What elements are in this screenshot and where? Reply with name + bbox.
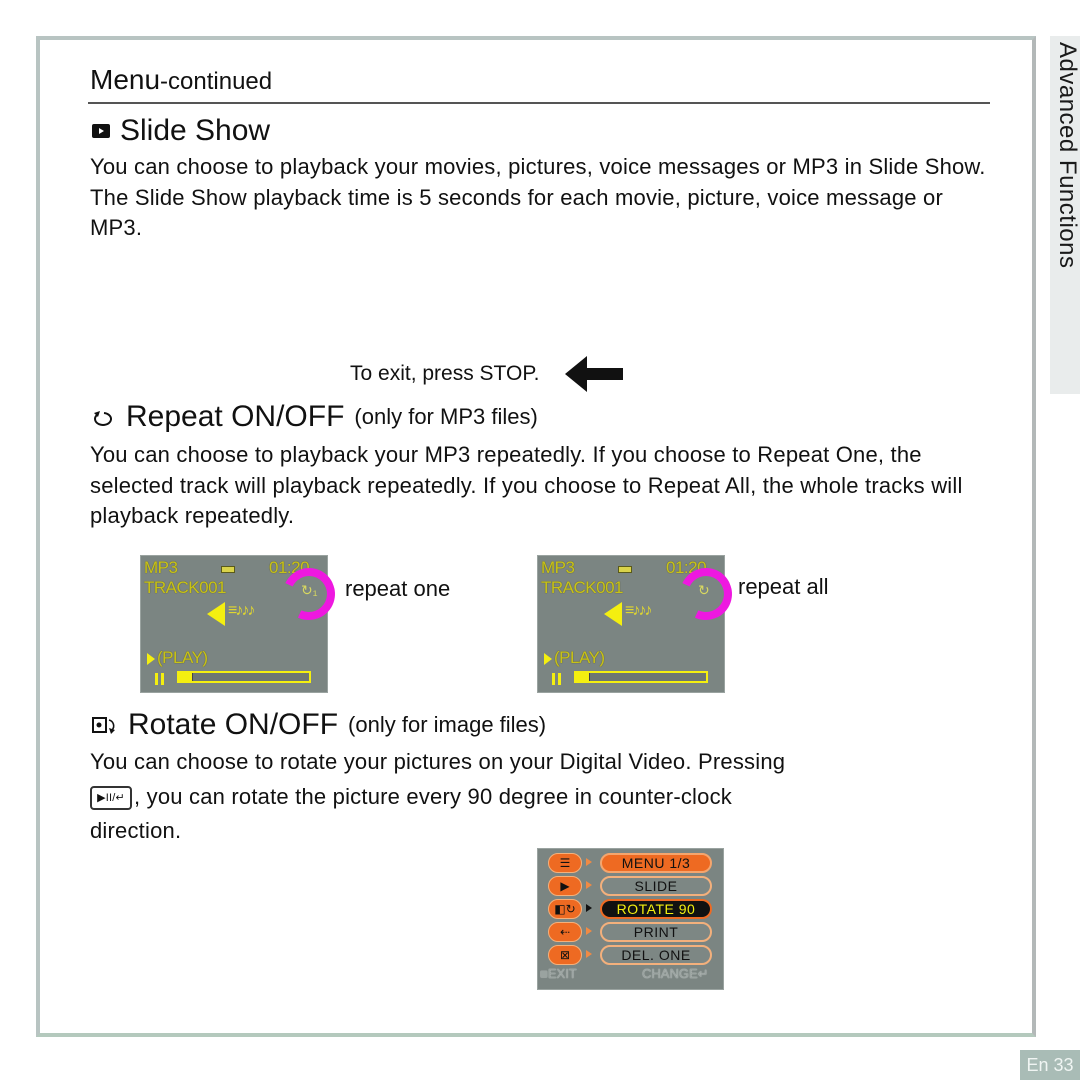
lcd-screen-repeat-one: MP3 01:20 TRACK001 ↻₁ ≡♪♪♪ (PLAY): [140, 555, 343, 693]
lcd-mode: MP3: [541, 558, 575, 577]
rotate-body-line-3: direction.: [90, 818, 182, 843]
menu-lcd-screen: ☰ MENU 1/3 ▶ SLIDE ◧↻ ROTATE 90 ⇠ PRINT …: [537, 848, 724, 990]
menu-arrow-icon: [586, 881, 592, 889]
menu-row-delete: ⊠ DEL. ONE: [548, 945, 712, 965]
menu-arrow-icon: [586, 950, 592, 958]
menu-row-label: DEL. ONE: [600, 945, 712, 965]
repeat-all-label: repeat all: [738, 574, 829, 599]
lcd-status: (PLAY): [554, 648, 605, 667]
repeat-all-icon: ↻: [698, 582, 710, 598]
menu-row-menu: ☰ MENU 1/3: [548, 853, 712, 873]
menu-arrow-icon: [586, 927, 592, 935]
lcd-track: TRACK001: [541, 578, 623, 597]
slide-play-icon: [92, 124, 110, 138]
repeat-one-icon: ↻₁: [301, 582, 318, 598]
menu-row-print: ⇠ PRINT: [548, 922, 712, 942]
menu-connector: [586, 858, 592, 866]
heading-main: Menu: [90, 64, 161, 95]
exit-note: To exit, press STOP.: [350, 356, 624, 392]
rotate-body-line-1: You can choose to rotate your pictures o…: [90, 749, 786, 774]
rotate-heading: Rotate ON/OFF (only for image files): [92, 708, 546, 742]
menu-change-label: CHANGE↵: [642, 966, 709, 981]
menu-exit-label: ■EXIT: [540, 966, 577, 981]
repeat-body: You can choose to playback your MP3 repe…: [90, 442, 963, 528]
exit-note-text: To exit, press STOP.: [350, 362, 540, 385]
slide-show-body: You can choose to playback your movies, …: [90, 154, 986, 240]
menu-row-slide: ▶ SLIDE: [548, 876, 712, 896]
repeat-note: (only for MP3 files): [354, 404, 538, 429]
battery-icon: [618, 566, 632, 573]
menu-list-icon: ☰: [548, 853, 582, 873]
heading-rule: [88, 102, 990, 104]
speaker-icon: [207, 602, 225, 626]
menu-row-label-selected: ROTATE 90: [600, 899, 712, 919]
side-tab-label: Advanced Functions: [1054, 42, 1080, 269]
page-number: En 33: [1020, 1050, 1080, 1080]
repeat-title: Repeat ON/OFF: [126, 400, 345, 433]
slide-show-title: Slide Show: [120, 114, 271, 147]
menu-row-label: PRINT: [600, 922, 712, 942]
menu-row-label: MENU 1/3: [600, 853, 712, 873]
music-notes-icon: ≡♪♪♪: [625, 602, 652, 619]
rotate-body-text: , you can rotate the picture every 90 de…: [134, 784, 732, 809]
play-indicator-icon: [147, 653, 155, 665]
progress-fill: [179, 673, 193, 681]
heading-suffix: -continued: [160, 68, 273, 95]
pause-icon: [552, 673, 555, 685]
repeat-icon: [94, 411, 112, 426]
rotate-note: (only for image files): [348, 712, 547, 737]
delete-icon: ⊠: [548, 945, 582, 965]
rotate-icon: ◧↻: [548, 899, 582, 919]
section-heading: Menu-continued: [90, 64, 272, 96]
repeat-heading: Repeat ON/OFF (only for MP3 files): [92, 400, 538, 434]
play-indicator-icon: [544, 653, 552, 665]
pause-icon: [155, 673, 158, 685]
menu-row-rotate: ◧↻ ROTATE 90: [548, 899, 712, 919]
menu-arrow-icon: [586, 904, 592, 912]
menu-row-label: SLIDE: [600, 876, 712, 896]
repeat-one-label: repeat one: [345, 576, 451, 601]
battery-icon: [221, 566, 235, 573]
section-side-tab: Advanced Functions: [1050, 36, 1080, 394]
slide-icon: ▶: [548, 876, 582, 896]
slide-show-heading: Slide Show: [92, 114, 270, 148]
play-pause-enter-key-icon: ▶II/↵: [90, 786, 132, 811]
progress-fill: [576, 673, 590, 681]
usb-icon: ⇠: [548, 922, 582, 942]
rotate-icon: [92, 717, 115, 734]
music-notes-icon: ≡♪♪♪: [228, 602, 255, 619]
arrow-left-icon: [565, 356, 624, 392]
lcd-screen-repeat-all: MP3 01:20 TRACK001 ↻ ≡♪♪♪ (PLAY): [537, 555, 740, 693]
lcd-status: (PLAY): [157, 648, 208, 667]
progress-bar: [574, 671, 708, 683]
progress-bar: [177, 671, 311, 683]
lcd-mode: MP3: [144, 558, 178, 577]
rotate-body-line-2: ▶II/↵, you can rotate the picture every …: [90, 782, 990, 813]
speaker-icon: [604, 602, 622, 626]
rotate-title: Rotate ON/OFF: [128, 708, 339, 741]
lcd-track: TRACK001: [144, 578, 226, 597]
